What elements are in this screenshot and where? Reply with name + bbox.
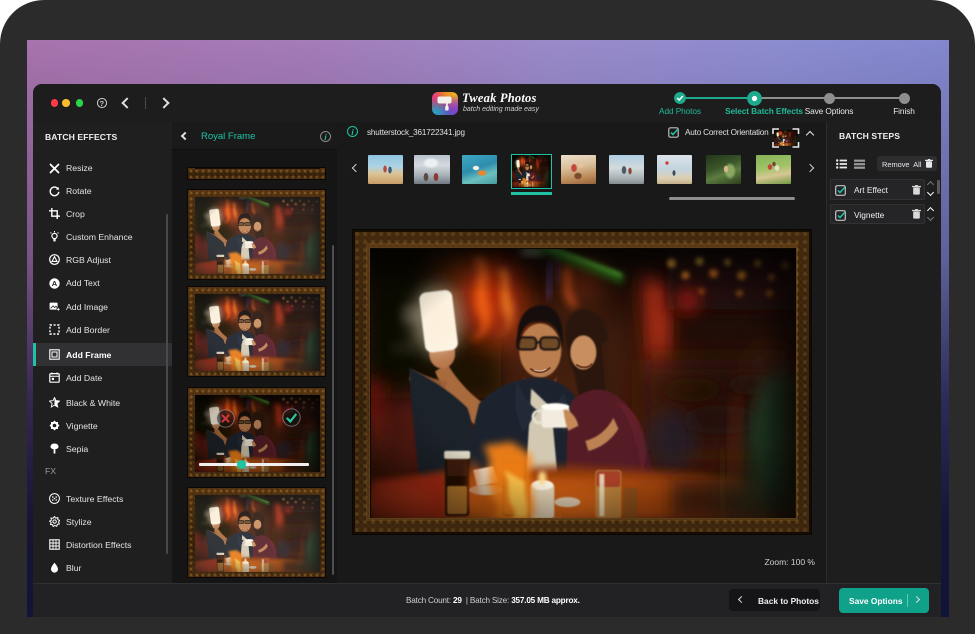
svg-text:A: A	[52, 279, 58, 288]
